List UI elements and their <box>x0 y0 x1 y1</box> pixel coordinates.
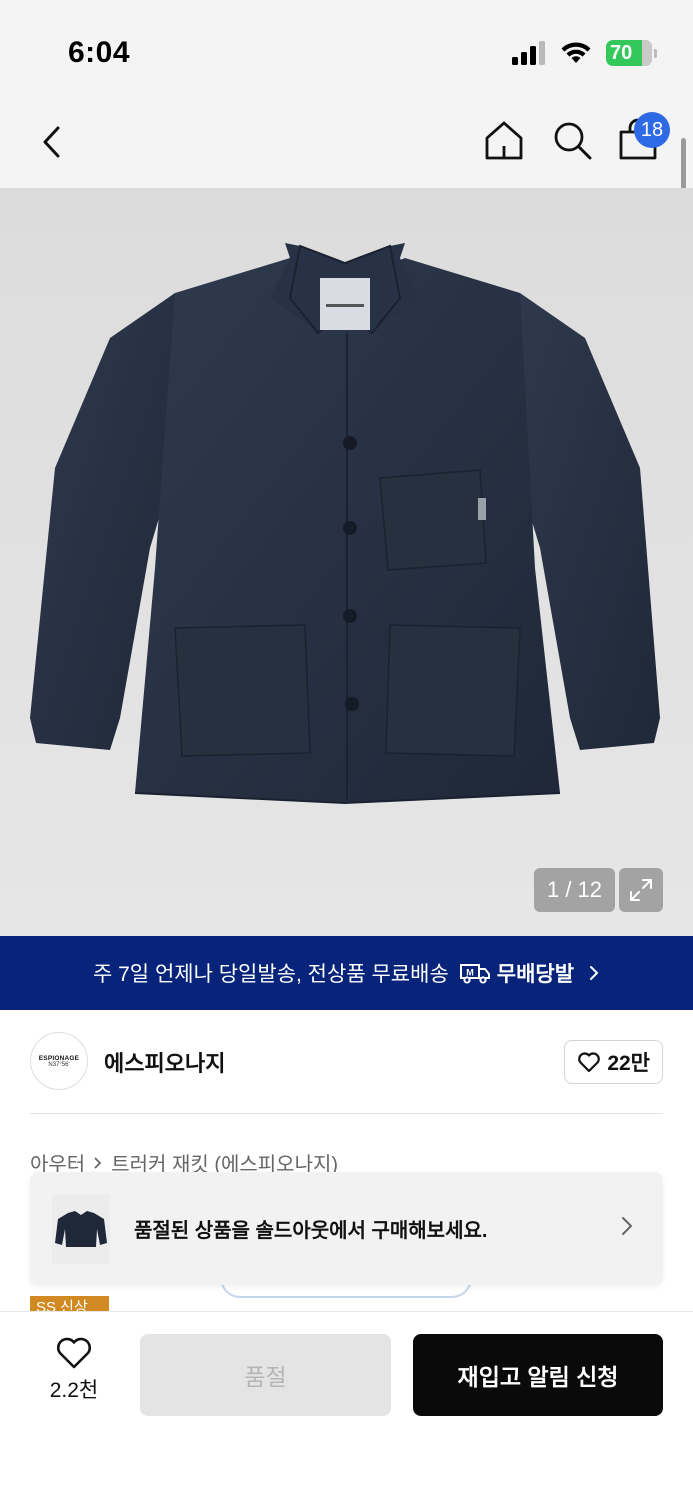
chevron-right-icon <box>622 1217 633 1235</box>
shipping-brand-label: 무배당발 <box>496 963 575 986</box>
product-image-gallery[interactable] <box>0 188 693 936</box>
brand-like-count: 22만 <box>607 1052 650 1075</box>
chevron-right-icon <box>590 966 599 980</box>
wishlist-count: 2.2천 <box>49 1379 99 1402</box>
chevron-right-icon <box>94 1156 102 1169</box>
shipping-banner-text: 주 7일 언제나 당일발송, 전상품 무료배송 <box>92 963 449 986</box>
divider <box>30 1113 663 1114</box>
expand-icon <box>630 879 652 901</box>
shipping-brand: M 무배당발 <box>459 958 574 988</box>
shipping-promo-banner[interactable]: 주 7일 언제나 당일발송, 전상품 무료배송 M 무배당발 <box>0 936 693 1010</box>
back-arrow-icon[interactable] <box>34 120 74 164</box>
home-icon[interactable] <box>482 118 526 162</box>
svg-text:M: M <box>466 968 474 978</box>
heart-icon <box>57 1337 91 1369</box>
brand-logo-line2: N37°56' <box>48 1061 70 1068</box>
cart-count-badge: 18 <box>634 112 670 148</box>
search-icon[interactable] <box>550 118 594 162</box>
battery-level: 70 <box>610 41 633 64</box>
wishlist-button[interactable]: 2.2천 <box>36 1336 112 1404</box>
soldout-promo-card[interactable]: 품절된 상품을 솔드아웃에서 구매해보세요. <box>30 1172 663 1285</box>
cellular-signal-icon <box>512 41 545 65</box>
brand-like-button[interactable]: 22만 <box>564 1040 663 1084</box>
wifi-icon <box>561 42 591 63</box>
status-time: 6:04 <box>68 36 131 69</box>
soldout-button: 품절 <box>140 1334 391 1416</box>
brand-row: ESPIONAGE N37°56' 에스피오나지 22만 <box>30 1032 663 1092</box>
soldout-promo-text: 품절된 상품을 솔드아웃에서 구매해보세요. <box>134 1220 488 1242</box>
bottom-action-bar: 2.2천 품절 재입고 알림 신청 <box>0 1311 693 1500</box>
product-jacket-image <box>30 243 660 805</box>
expand-image-button[interactable] <box>619 868 663 912</box>
restock-alert-button[interactable]: 재입고 알림 신청 <box>413 1334 663 1416</box>
status-icons: 70 <box>512 40 657 66</box>
battery-icon: 70 <box>606 40 657 66</box>
soldout-product-thumbnail <box>52 1194 110 1264</box>
top-nav-bar: 18 <box>0 100 693 188</box>
brand-logo[interactable]: ESPIONAGE N37°56' <box>30 1032 88 1090</box>
brand-logo-line1: ESPIONAGE <box>38 1054 80 1062</box>
jacket-thumbnail-image <box>55 1211 107 1247</box>
heart-icon <box>578 1052 601 1073</box>
image-counter: 1 / 12 <box>534 868 615 912</box>
brand-name[interactable]: 에스피오나지 <box>104 1046 225 1078</box>
status-bar: 6:04 70 <box>0 0 693 100</box>
delivery-truck-icon: M <box>459 964 490 984</box>
